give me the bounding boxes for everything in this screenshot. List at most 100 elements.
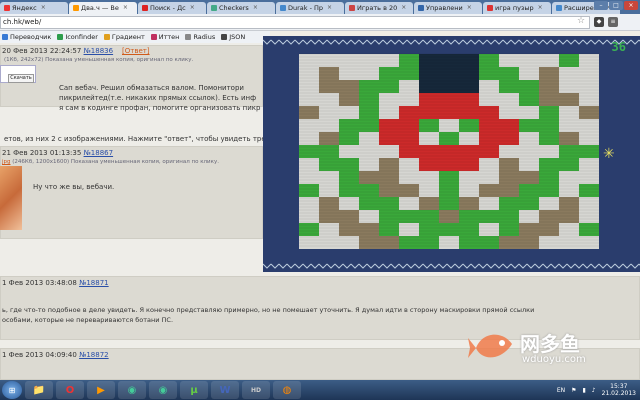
bookmark-star-icon[interactable]: ☆ — [577, 16, 585, 27]
sparkle-cursor-icon: ✳ — [603, 146, 615, 162]
media-icon[interactable]: ▶ — [87, 381, 115, 399]
bookmark-1[interactable]: Iconfinder — [57, 33, 98, 41]
radius-icon — [185, 34, 192, 40]
watermark-url: wduoyu.com — [522, 354, 586, 365]
tab-favicon-icon — [487, 5, 493, 11]
post-date: 20 Фев 2013 22:24:57 — [2, 47, 82, 55]
post-text: Ну что же вы, вебачи. — [33, 183, 115, 191]
tab-label: Яндекс — [12, 4, 37, 12]
file-info: (1Кб, 242x72) Показана уменьшенная копия… — [4, 57, 194, 63]
close-tab-icon[interactable]: × — [253, 2, 258, 14]
utorrent-icon[interactable]: µ — [180, 381, 208, 399]
close-tab-icon[interactable]: × — [41, 2, 46, 14]
language-indicator[interactable]: EN — [557, 387, 565, 394]
close-tab-icon[interactable]: × — [467, 2, 472, 14]
itten-icon — [150, 34, 157, 40]
watermark-title: 网多鱼 — [520, 332, 580, 356]
bookmark-4[interactable]: Radius — [185, 33, 215, 41]
bookmark-5[interactable]: JSON — [221, 33, 245, 41]
tab-label: Два.ч — Ве — [81, 4, 119, 12]
tab-strip: Яндекс × Два.ч — Ве × Поиск - Дс × Checkers × Du… — [0, 0, 640, 14]
tab-7[interactable]: игра пузыр × — [483, 2, 551, 14]
bookmark-3[interactable]: Иттен — [150, 33, 179, 41]
tab-0[interactable]: Яндекс × — [0, 2, 68, 14]
chrome-icon[interactable]: ◉ — [149, 381, 177, 399]
close-window-button[interactable]: × — [624, 1, 638, 10]
post-text-line: ь, где что-то подобное в деле увидеть. Я… — [2, 306, 535, 314]
download-button[interactable]: Скачать — [8, 74, 34, 83]
tab-label: игра пузыр — [495, 4, 534, 12]
tab-label: Играть в 20 — [357, 4, 398, 12]
close-tab-icon[interactable]: × — [190, 2, 195, 14]
bookmark-2[interactable]: Градиент — [103, 33, 145, 41]
tab-4[interactable]: Durak - Пр × — [276, 2, 344, 14]
clock[interactable]: 15:37 21.02.2013 — [602, 383, 636, 397]
post-number-link[interactable]: №18867 — [84, 149, 114, 157]
post-number-link[interactable]: №18872 — [79, 351, 109, 359]
tab-favicon-icon — [418, 5, 424, 11]
folder-icon[interactable]: 📁 — [25, 381, 53, 399]
file-info: jpg (246Кб, 1200x1600) Показана уменьшен… — [2, 159, 219, 165]
tab-favicon-icon — [73, 5, 79, 11]
translate-icon — [2, 34, 8, 40]
tab-5[interactable]: Играть в 20 × — [345, 2, 413, 14]
post-header: 1 Фев 2013 04:09:40 №18872 — [2, 351, 109, 359]
tab-label: Поиск - Дс — [150, 4, 186, 12]
tab-6[interactable]: Управлени × — [414, 2, 482, 14]
extension-mask-icon[interactable]: ◆ — [594, 17, 604, 27]
post-text-line: я сам в кодинге профан, помогите организ… — [59, 104, 261, 112]
network-icon[interactable]: ▮ — [582, 387, 585, 394]
iconfinder-icon — [57, 34, 64, 40]
url-input[interactable]: ch.hk/web/ — [0, 16, 590, 29]
bookmark-0[interactable]: Переводчик — [2, 33, 51, 41]
fish-logo-icon — [468, 334, 512, 358]
volume-icon[interactable]: ♪ — [592, 387, 596, 394]
tab-favicon-icon — [556, 5, 562, 11]
close-tab-icon[interactable]: × — [401, 2, 406, 14]
system-tray: EN ⚑ ▮ ♪ 15:37 21.02.2013 — [557, 382, 636, 398]
settings-wrench-icon[interactable]: ≡ — [608, 17, 618, 27]
tab-label: Durak - Пр — [288, 4, 324, 12]
close-tab-icon[interactable]: × — [538, 2, 543, 14]
tab-favicon-icon — [4, 5, 10, 11]
opera-icon[interactable]: O — [56, 381, 84, 399]
post-date: 1 Фев 2013 03:48:08 — [2, 279, 77, 287]
post-header: 20 Фев 2013 22:24:57 №18836 [Ответ] — [2, 47, 150, 55]
post-text-line: особами, которые не перевариваются ботан… — [2, 316, 174, 324]
bookmarks-bar: Переводчик Iconfinder Градиент Иттен Radius J… — [0, 31, 270, 43]
game-board[interactable]: ✳ — [263, 36, 640, 272]
knit-game-window[interactable]: ✳ 36 — [263, 36, 640, 272]
file-link[interactable]: jpg — [2, 159, 11, 165]
word-icon[interactable]: W — [211, 381, 239, 399]
post-number-link[interactable]: №18871 — [79, 279, 109, 287]
watermark: 网多鱼 wduoyu.com — [468, 324, 608, 374]
hd-icon[interactable]: HD — [242, 381, 270, 399]
tab-favicon-icon — [280, 5, 286, 11]
maximize-button[interactable]: □ — [609, 1, 623, 10]
taskbar: ⊞ 📁 O ▶ ◉ ◉ µ W HD ◍ EN ⚑ ▮ ♪ 15:37 21.02.2013 — [0, 380, 640, 400]
omitted-notice: етов, из них 2 с изображениями. Нажмите … — [4, 135, 266, 143]
tab-label: Управлени — [426, 4, 463, 12]
post-text-line: Сап вебач. Решил обмазаться валом. Помон… — [59, 84, 244, 92]
tab-favicon-icon — [211, 5, 217, 11]
reply-link[interactable]: [Ответ] — [122, 47, 150, 55]
tab-3[interactable]: Checkers × — [207, 2, 275, 14]
close-tab-icon[interactable]: × — [123, 2, 128, 14]
start-button[interactable]: ⊞ — [2, 381, 22, 399]
gradient-icon — [103, 34, 110, 40]
chrome-icon[interactable]: ◉ — [118, 381, 146, 399]
address-bar: ch.hk/web/ ☆ ◆ ≡ — [0, 14, 640, 31]
post-thumbnail[interactable] — [0, 166, 22, 230]
flag-icon[interactable]: ⚑ — [571, 387, 576, 394]
close-tab-icon[interactable]: × — [327, 2, 332, 14]
post-header: 1 Фев 2013 03:48:08 №18871 — [2, 279, 109, 287]
tab-1[interactable]: Два.ч — Ве × — [69, 2, 137, 14]
tab-favicon-icon — [142, 5, 148, 11]
tab-label: Checkers — [219, 4, 249, 12]
post-number-link[interactable]: №18836 — [84, 47, 114, 55]
minimize-button[interactable]: – — [594, 1, 608, 10]
tab-2[interactable]: Поиск - Дс × — [138, 2, 206, 14]
post-date: 21 Фев 2013 01:13:35 — [2, 149, 82, 157]
firefox-icon[interactable]: ◍ — [273, 381, 301, 399]
json-icon — [221, 34, 228, 40]
